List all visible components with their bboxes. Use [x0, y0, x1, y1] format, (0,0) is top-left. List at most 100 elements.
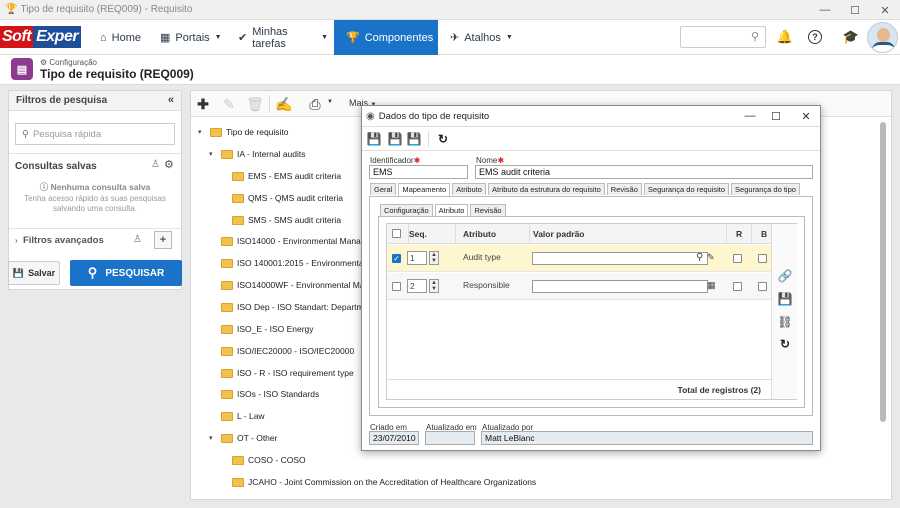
- nav-componentes[interactable]: 🏆 Componentes ▼: [334, 20, 445, 55]
- tab-revisao[interactable]: Revisão: [606, 183, 642, 195]
- tab-atributo[interactable]: Atributo: [452, 183, 486, 195]
- chevron-right-icon: ›: [15, 236, 18, 245]
- global-search-input[interactable]: ⚲: [680, 26, 766, 48]
- attribute-cell: Responsible: [463, 280, 510, 290]
- search-icon[interactable]: ⚲: [696, 252, 703, 263]
- caret-down-icon[interactable]: ▾: [209, 434, 217, 442]
- main-scrollbar[interactable]: [880, 122, 886, 422]
- tree-item[interactable]: ISO14000 - Environmental Managem: [221, 234, 377, 248]
- print-icon[interactable]: ⎙: [307, 96, 323, 112]
- tree-item[interactable]: ISO14000WF - Environmental Mana: [221, 278, 374, 292]
- b-checkbox[interactable]: [758, 282, 767, 291]
- caret-down-icon[interactable]: ▾: [198, 128, 206, 136]
- nav-minhas-tarefas[interactable]: ✔ Minhas tarefas ▼: [238, 20, 328, 55]
- b-checkbox[interactable]: [758, 254, 767, 263]
- tree-item[interactable]: ▾ IA - Internal audits: [209, 147, 306, 161]
- tree-item[interactable]: ISO/IEC20000 - ISO/IEC20000: [221, 344, 354, 358]
- softexpert-logo[interactable]: Soft Exper: [0, 26, 88, 48]
- tree-item[interactable]: ISO 140001:2015 - Environmental M: [221, 256, 375, 270]
- help-icon[interactable]: ?: [808, 30, 822, 44]
- identifier-field[interactable]: EMS: [369, 165, 468, 179]
- identifier-label: Identificador✱: [370, 156, 421, 165]
- r-checkbox[interactable]: [733, 282, 742, 291]
- col-default-value[interactable]: Valor padrão: [533, 224, 585, 244]
- tree-item[interactable]: SMS - SMS audit criteria: [232, 213, 341, 227]
- tab-geral[interactable]: Geral: [370, 183, 397, 195]
- subtab-revisao[interactable]: Revisão: [470, 204, 506, 216]
- bell-icon[interactable]: 🔔: [776, 28, 794, 46]
- name-field[interactable]: EMS audit criteria: [475, 165, 813, 179]
- col-attribute[interactable]: Atributo: [463, 224, 496, 244]
- seq-stepper[interactable]: ▲ ▼: [429, 279, 439, 293]
- edit-record-icon[interactable]: ✍: [275, 96, 292, 112]
- default-value-input[interactable]: [532, 252, 708, 265]
- tree-item[interactable]: ISO - R - ISO requirement type: [221, 366, 354, 380]
- col-r[interactable]: R: [736, 224, 742, 244]
- default-value-input[interactable]: [532, 280, 708, 293]
- add-filter-button[interactable]: +: [154, 231, 172, 249]
- row-checkbox[interactable]: ✓: [392, 254, 401, 263]
- minimize-button[interactable]: —: [810, 0, 840, 20]
- tree-root[interactable]: ▾ Tipo de requisito: [198, 125, 289, 139]
- save-icon[interactable]: 💾: [388, 132, 403, 146]
- row-checkbox[interactable]: [392, 282, 401, 291]
- seq-input[interactable]: 1: [407, 251, 427, 265]
- nav-portais[interactable]: ▦ Portais ▼: [160, 20, 222, 55]
- top-navbar: Soft Exper ⌂ Home ▦ Portais ▼ ✔ Minhas tarefa…: [0, 20, 900, 55]
- nav-home[interactable]: ⌂ Home: [100, 20, 150, 55]
- graduation-cap-icon[interactable]: 🎓: [842, 28, 860, 46]
- maximize-button[interactable]: ☐: [840, 0, 870, 20]
- r-checkbox[interactable]: [733, 254, 742, 263]
- check-icon: ✔: [238, 32, 248, 44]
- advanced-filters-toggle[interactable]: › Filtros avançados: [15, 235, 104, 246]
- tree-item[interactable]: ▾ OT - Other: [209, 431, 277, 445]
- search-button[interactable]: ⚲ PESQUISAR: [70, 260, 182, 286]
- collapse-icon[interactable]: «: [168, 94, 174, 106]
- table-row[interactable]: 2 ▲ ▼ Responsible ▦: [387, 273, 771, 300]
- window-title: Tipo de requisito (REQ009) - Requisito: [20, 4, 193, 15]
- tree-item[interactable]: ISO_E - ISO Energy: [221, 322, 314, 336]
- save-new-icon[interactable]: 💾: [367, 132, 382, 146]
- tree-item[interactable]: JCAHO - Joint Commission on the Accredit…: [232, 475, 536, 489]
- add-icon[interactable]: ✚: [195, 96, 211, 112]
- tab-mapeamento[interactable]: Mapeamento: [398, 183, 451, 196]
- folder-icon: [232, 215, 244, 225]
- nav-atalhos[interactable]: ✈ Atalhos ▼: [450, 20, 513, 55]
- unlink-icon[interactable]: ⛓: [777, 314, 793, 330]
- save-close-icon[interactable]: 💾: [407, 132, 422, 146]
- col-seq[interactable]: Seq.: [409, 224, 427, 244]
- link-icon[interactable]: 🔗: [777, 268, 793, 284]
- quick-search-input[interactable]: ⚲ Pesquisa rápida: [15, 123, 175, 145]
- table-row[interactable]: ✓ 1 ▲ ▼ Audit type ⚲ ✎: [387, 245, 771, 272]
- tree-item[interactable]: QMS - QMS audit criteria: [232, 191, 343, 205]
- caret-down-icon[interactable]: ▼: [327, 99, 333, 105]
- tree-item[interactable]: ISOs - ISO Standards: [221, 387, 319, 401]
- gear-icon[interactable]: ⚙: [164, 158, 174, 171]
- select-all-checkbox[interactable]: [392, 229, 401, 238]
- dialog-maximize-button[interactable]: ☐: [764, 108, 788, 124]
- refresh-icon[interactable]: ↻: [777, 336, 793, 352]
- seq-stepper[interactable]: ▲ ▼: [429, 251, 439, 265]
- tab-seguranca-tipo[interactable]: Segurança do tipo: [731, 183, 800, 195]
- clear-icon[interactable]: ✎: [707, 252, 715, 263]
- broom-icon[interactable]: ♙: [133, 234, 142, 245]
- tab-atributo-estrutura[interactable]: Atributo da estrutura do requisito: [487, 183, 605, 195]
- refresh-icon[interactable]: ↻: [436, 132, 450, 146]
- broom-icon[interactable]: ♙: [151, 159, 160, 170]
- subtab-configuracao[interactable]: Configuração: [380, 204, 433, 216]
- tree-item[interactable]: ISO Dep - ISO Standart: Department: [221, 300, 375, 314]
- tree-item[interactable]: L - Law: [221, 409, 265, 423]
- tree-item[interactable]: COSO - COSO: [232, 453, 306, 467]
- avatar[interactable]: [867, 22, 898, 53]
- col-b[interactable]: B: [761, 224, 767, 244]
- dialog-minimize-button[interactable]: —: [738, 108, 762, 124]
- save-button[interactable]: 💾 Salvar: [8, 261, 60, 285]
- tree-item[interactable]: EMS - EMS audit criteria: [232, 169, 341, 183]
- calendar-icon[interactable]: ▦: [707, 280, 716, 291]
- tab-seguranca-requisito[interactable]: Segurança do requisito: [643, 183, 730, 195]
- close-button[interactable]: ✕: [870, 0, 900, 20]
- seq-input[interactable]: 2: [407, 279, 427, 293]
- caret-down-icon[interactable]: ▾: [209, 150, 217, 158]
- dialog-close-button[interactable]: ✕: [794, 108, 818, 124]
- save-icon[interactable]: 💾: [777, 291, 793, 307]
